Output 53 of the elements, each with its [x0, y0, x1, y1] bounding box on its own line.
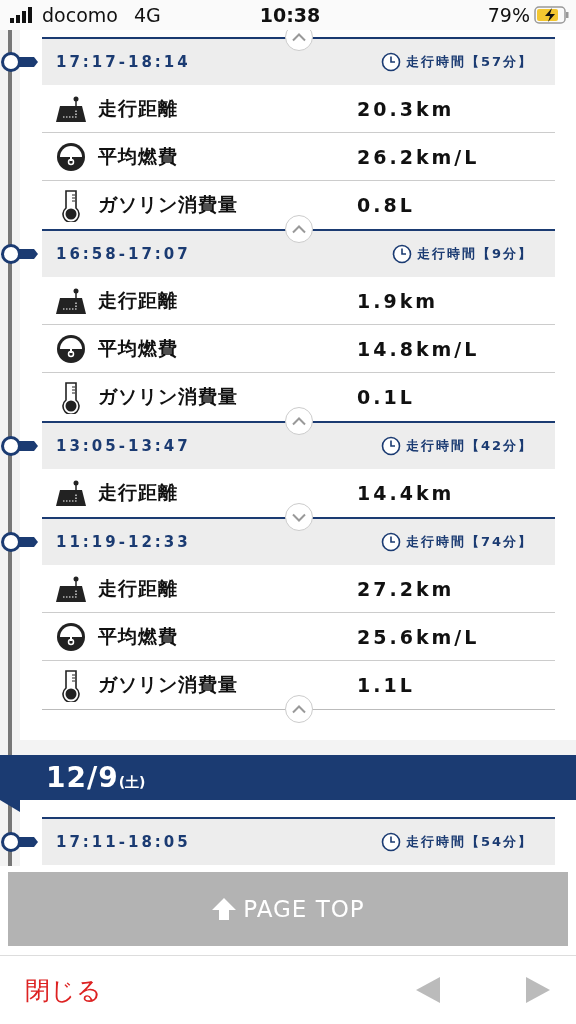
metric-value: 20.3km: [357, 97, 455, 120]
metric-label: 平均燃費: [98, 335, 179, 361]
metric-value: 14.4km: [357, 482, 455, 504]
clock-icon: [380, 52, 401, 72]
time-range: 17:17-18:14: [56, 53, 192, 71]
chevron-up-icon: [291, 32, 306, 42]
time-range: 11:19-12:33: [56, 533, 192, 551]
metric-label: ガソリン消費量: [98, 384, 239, 409]
status-time: 10:38: [259, 4, 321, 26]
clock-icon: [380, 436, 401, 456]
metric-label: ガソリン消費量: [98, 192, 239, 217]
chevron-up-icon: [291, 416, 306, 426]
drive-duration: 走行時間【54分】: [405, 833, 533, 851]
metric-label: 走行距離: [98, 287, 179, 313]
chevron-up-icon: [291, 224, 306, 234]
collapse-button[interactable]: [284, 695, 313, 723]
chevron-down-icon: [291, 512, 306, 522]
metric-value: 14.8km/L: [357, 337, 480, 360]
metric-label: 走行距離: [98, 575, 179, 601]
metric-value: 26.2km/L: [357, 145, 480, 168]
time-range: 16:58-17:07: [56, 245, 192, 263]
time-range: 17:11-18:05: [56, 833, 192, 851]
network-type: 4G: [133, 4, 161, 26]
drive-duration: 走行時間【74分】: [405, 533, 533, 551]
weekday-label: (土): [118, 774, 146, 792]
close-button[interactable]: 閉じる: [25, 973, 414, 1007]
metric-value: 27.2km: [357, 577, 455, 600]
clock-icon: [380, 532, 401, 552]
drive-duration: 走行時間【42分】: [405, 437, 533, 455]
clock-icon: [391, 244, 412, 264]
battery-percent: 79%: [487, 4, 530, 26]
metric-label: ガソリン消費量: [98, 672, 239, 697]
clock-icon: [380, 832, 401, 852]
expand-button[interactable]: [284, 503, 313, 531]
metric-value: 0.1L: [357, 386, 415, 408]
metric-value: 1.1L: [357, 674, 415, 696]
carrier-name: docomo: [42, 4, 118, 26]
collapse-button[interactable]: [284, 407, 313, 435]
metric-label: 平均燃費: [98, 143, 179, 169]
collapse-button[interactable]: [284, 215, 313, 243]
drive-duration: 走行時間【9分】: [416, 245, 533, 263]
metric-value: 1.9km: [357, 289, 439, 312]
drive-duration: 走行時間【57分】: [405, 53, 533, 71]
battery-charging-icon: [534, 6, 570, 24]
metric-value: 25.6km/L: [357, 625, 480, 648]
time-range: 13:05-13:47: [56, 437, 192, 455]
metric-label: 走行距離: [98, 95, 179, 121]
arrow-up-icon: [211, 896, 238, 922]
metric-label: 走行距離: [98, 480, 179, 505]
metric-label: 平均燃費: [98, 623, 179, 649]
metric-value: 0.8L: [357, 194, 415, 216]
date-label: 12/9: [46, 761, 119, 794]
chevron-up-icon: [291, 704, 306, 714]
